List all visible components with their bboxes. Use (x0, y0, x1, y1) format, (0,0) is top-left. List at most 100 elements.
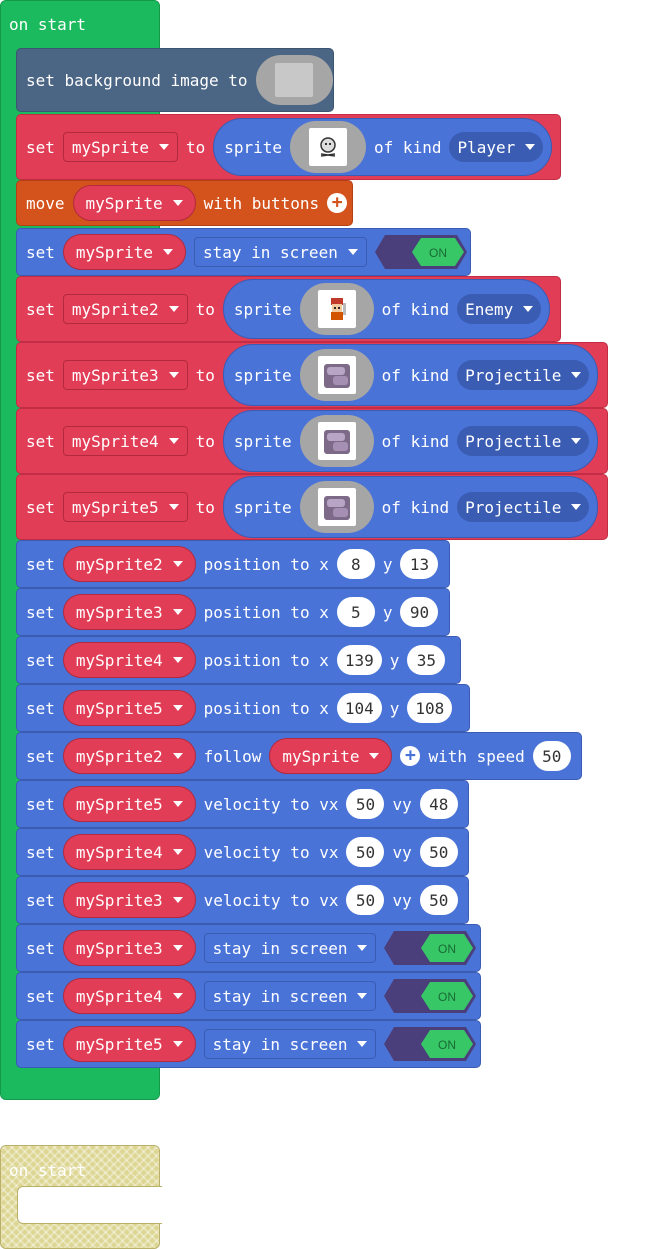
y-label: y (389, 698, 400, 718)
set-velocity-block[interactable]: set mySprite3 velocity to vx 50 vy 50 (16, 876, 469, 924)
with-speed-label: with speed (428, 746, 525, 766)
variable-name: mySprite3 (75, 938, 163, 958)
toggle-switch[interactable]: ON (384, 931, 477, 965)
sprite-variable-pill[interactable]: mySprite2 (62, 546, 196, 582)
vy-value-input[interactable]: 48 (419, 789, 458, 819)
sprite-create-block[interactable]: sprite of kind Enemy (222, 279, 551, 339)
variable-dropdown[interactable]: mySprite4 (62, 426, 188, 456)
sprite-variable-pill[interactable]: mySprite3 (62, 594, 196, 630)
to-label: to (185, 137, 206, 157)
sprite-variable-pill[interactable]: mySprite3 (62, 882, 196, 918)
sprite-variable-pill[interactable]: mySprite (62, 234, 186, 270)
sprite-image-field[interactable] (299, 481, 374, 533)
set-velocity-block[interactable]: set mySprite5 velocity to vx 50 vy 48 (16, 780, 469, 828)
stay-in-screen-block[interactable]: set mySprite5 stay in screen ON (16, 1020, 481, 1068)
sprite-variable-pill[interactable]: mySprite4 (62, 834, 196, 870)
set-position-block[interactable]: set mySprite3 position to x 5 y 90 (16, 588, 450, 636)
stay-in-screen-block[interactable]: set mySprite4 stay in screen ON (16, 972, 481, 1020)
variable-name: mySprite (85, 193, 163, 213)
variable-dropdown[interactable]: mySprite5 (62, 492, 188, 522)
caret-down-icon (172, 849, 183, 855)
y-value-input[interactable]: 13 (400, 549, 439, 579)
sprite-image-field[interactable] (290, 121, 367, 173)
stay-in-screen-block[interactable]: set mySprite3 stay in screen ON (16, 924, 481, 972)
kind-name: Player (457, 137, 516, 157)
set-position-block[interactable]: set mySprite5 position to x 104 y 108 (16, 684, 470, 732)
target-variable-pill[interactable]: mySprite (269, 738, 393, 774)
sprite-variable-pill[interactable]: mySprite5 (62, 690, 196, 726)
sprite-variable-pill[interactable]: mySprite2 (62, 738, 196, 774)
stay-in-screen-block[interactable]: set mySprite stay in screen ON (16, 228, 471, 276)
sprite-variable-pill[interactable]: mySprite (72, 185, 196, 221)
variable-name: mySprite2 (71, 299, 159, 319)
warrior-sprite-icon (317, 290, 356, 328)
sprite-create-block[interactable]: sprite of kind Projectile (222, 344, 599, 406)
sprite-create-block[interactable]: sprite of kind Player (213, 118, 553, 176)
x-value-input[interactable]: 8 (336, 549, 375, 579)
y-value-input[interactable]: 90 (400, 597, 439, 627)
vy-value-input[interactable]: 50 (419, 837, 458, 867)
speed-value-input[interactable]: 50 (532, 741, 571, 771)
sprite-variable-pill[interactable]: mySprite3 (62, 930, 196, 966)
toggle-switch[interactable]: ON (384, 979, 477, 1013)
variable-dropdown[interactable]: mySprite2 (62, 294, 188, 324)
disabled-on-start-block[interactable]: on start (0, 1145, 162, 1249)
set-position-block[interactable]: set mySprite4 position to x 139 y 35 (16, 636, 461, 684)
set-label: set (26, 794, 55, 814)
caret-down-icon (347, 249, 358, 255)
plus-circle-icon[interactable]: + (327, 193, 348, 213)
flag-dropdown[interactable]: stay in screen (203, 981, 377, 1011)
sprite-variable-pill[interactable]: mySprite4 (62, 978, 196, 1014)
y-value-input[interactable]: 35 (407, 645, 446, 675)
set-sprite-block[interactable]: set mySprite3 to sprite of kind Projecti… (16, 342, 608, 408)
set-sprite-block[interactable]: set mySprite to sprite of kind Player (16, 114, 561, 180)
toggle-switch[interactable]: ON (384, 1027, 477, 1061)
flag-dropdown[interactable]: stay in screen (193, 237, 367, 267)
caret-down-icon (168, 438, 179, 444)
background-image-field[interactable] (255, 55, 333, 105)
set-sprite-block[interactable]: set mySprite2 to sprite of kind Enemy (16, 276, 561, 342)
vy-value-input[interactable]: 50 (419, 885, 458, 915)
caret-down-icon (357, 945, 368, 951)
sprite-image-field[interactable] (299, 349, 374, 401)
kind-dropdown[interactable]: Enemy (457, 294, 542, 324)
vx-value-input[interactable]: 50 (346, 789, 385, 819)
kind-dropdown[interactable]: Player (449, 132, 544, 162)
set-background-block[interactable]: set background image to (16, 48, 334, 112)
toggle-switch[interactable]: ON (374, 235, 467, 269)
variable-name: mySprite5 (75, 1034, 163, 1054)
flag-dropdown[interactable]: stay in screen (203, 1029, 377, 1059)
sprite-image-field[interactable] (299, 283, 374, 335)
kind-dropdown[interactable]: Projectile (457, 426, 590, 456)
sprite-image-field[interactable] (299, 415, 374, 467)
variable-name: mySprite (282, 746, 360, 766)
sprite-create-block[interactable]: sprite of kind Projectile (222, 476, 599, 538)
follow-block[interactable]: set mySprite2 follow mySprite + with spe… (16, 732, 582, 780)
rock-sprite-icon (317, 488, 356, 526)
sprite-create-block[interactable]: sprite of kind Projectile (222, 410, 599, 472)
x-value-input[interactable]: 139 (336, 645, 382, 675)
to-label: to (195, 497, 215, 517)
x-value-input[interactable]: 104 (336, 693, 382, 723)
plus-circle-icon[interactable]: + (400, 746, 421, 766)
sprite-variable-pill[interactable]: mySprite4 (62, 642, 196, 678)
y-value-input[interactable]: 108 (407, 693, 453, 723)
sprite-variable-pill[interactable]: mySprite5 (62, 1026, 196, 1062)
kind-dropdown[interactable]: Projectile (457, 360, 590, 390)
vx-value-input[interactable]: 50 (346, 837, 385, 867)
flag-name: stay in screen (212, 1034, 348, 1054)
flag-dropdown[interactable]: stay in screen (203, 933, 377, 963)
move-with-buttons-block[interactable]: move mySprite with buttons + (16, 180, 353, 226)
set-sprite-block[interactable]: set mySprite5 to sprite of kind Projecti… (16, 474, 608, 540)
set-sprite-block[interactable]: set mySprite4 to sprite of kind Projecti… (16, 408, 608, 474)
set-velocity-block[interactable]: set mySprite4 velocity to vx 50 vy 50 (16, 828, 469, 876)
vx-value-input[interactable]: 50 (346, 885, 385, 915)
set-position-block[interactable]: set mySprite2 position to x 8 y 13 (16, 540, 450, 588)
caret-down-icon (172, 801, 183, 807)
sprite-variable-pill[interactable]: mySprite5 (62, 786, 196, 822)
sprite-label: sprite (233, 299, 292, 319)
kind-dropdown[interactable]: Projectile (457, 492, 590, 522)
x-value-input[interactable]: 5 (336, 597, 375, 627)
variable-dropdown[interactable]: mySprite (62, 132, 178, 162)
variable-dropdown[interactable]: mySprite3 (62, 360, 188, 390)
